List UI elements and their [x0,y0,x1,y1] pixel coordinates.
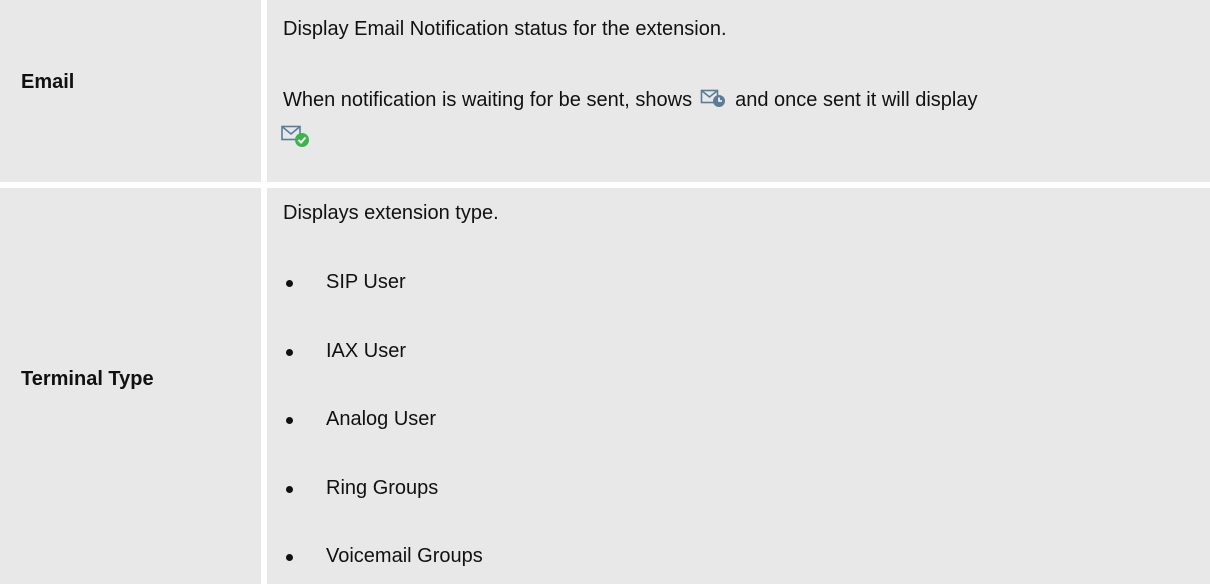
row-label-email: Email [21,71,75,93]
bullet-icon [286,554,293,561]
table-row-terminal-type: Terminal Type Displays extension type. S… [0,188,1210,584]
label-cell: Terminal Type [0,188,261,584]
bullet-icon [286,417,293,424]
description-cell: Displays extension type. SIP User IAX Us… [267,188,1210,584]
label-cell: Email [0,0,261,182]
bullet-icon [286,280,293,287]
definition-table: Email Display Email Notification status … [0,0,1210,584]
row-label-terminal-type: Terminal Type [21,368,154,390]
email-description: Display Email Notification status for th… [283,18,727,40]
description-cell: Display Email Notification status for th… [267,0,1210,182]
bullet-icon [286,349,293,356]
mail-pending-icon [700,88,726,108]
terminal-type-description: Displays extension type. [283,202,499,224]
mail-sent-icon [280,124,310,148]
email-status-after: and once sent it will display [735,89,978,111]
email-status-text: When notification is waiting for be sent… [283,89,977,112]
table-row-email: Email Display Email Notification status … [0,0,1210,182]
bullet-icon [286,486,293,493]
email-status-before: When notification is waiting for be sent… [283,89,693,111]
